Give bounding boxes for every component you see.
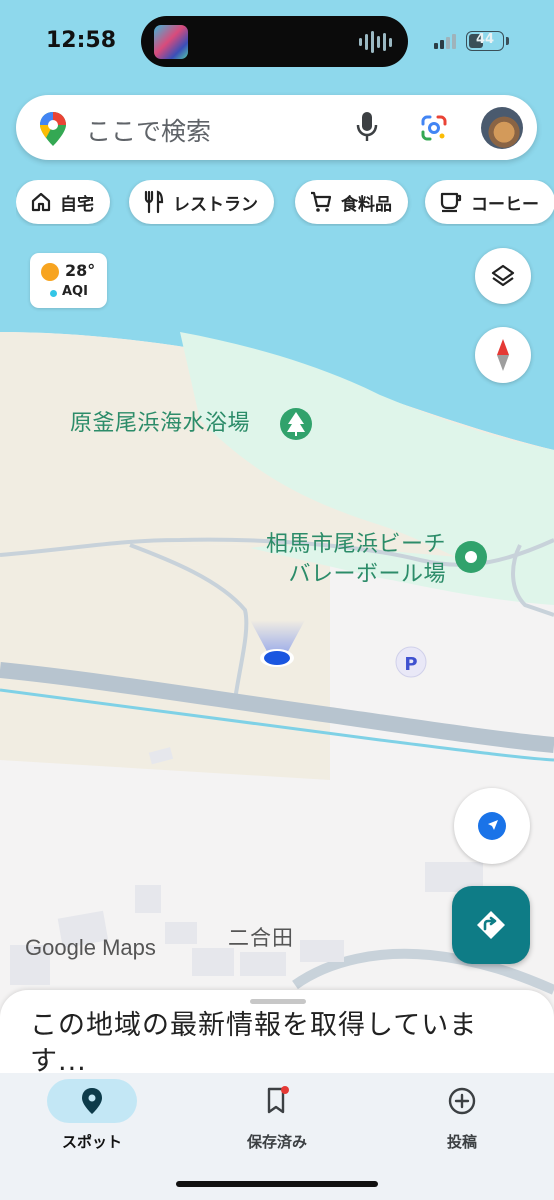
current-location-dot <box>264 651 290 665</box>
parking-label: P <box>404 654 417 675</box>
tree-trunk <box>295 432 297 436</box>
my-location-button[interactable] <box>454 788 530 864</box>
search-input[interactable]: ここで検索 <box>86 112 211 148</box>
cart-icon <box>311 191 332 212</box>
status-time: 12:58 <box>46 28 117 53</box>
tab-explore[interactable]: スポット <box>22 1079 162 1152</box>
notification-dot <box>281 1086 289 1094</box>
temperature: 28° <box>65 261 96 280</box>
google-lens-icon[interactable] <box>420 114 448 142</box>
sun-icon <box>41 263 59 281</box>
sheet-message: この地域の最新情報を取得しています... <box>30 1010 478 1077</box>
building <box>192 948 234 976</box>
sheet-grip[interactable] <box>250 999 306 1004</box>
chip-label: 自宅 <box>60 194 94 215</box>
directions-button[interactable] <box>452 886 530 964</box>
building <box>300 940 344 962</box>
volleyball-label-line1: 相馬市尾浜ビーチ <box>265 532 446 557</box>
fork-knife-icon <box>144 190 164 214</box>
weather-widget[interactable]: 28° AQI <box>30 253 107 308</box>
aqi-label: AQI <box>62 284 88 299</box>
building <box>165 922 197 944</box>
chip-label: コーヒー <box>471 194 539 215</box>
beach-label[interactable]: 原釜尾浜海水浴場 <box>70 409 250 439</box>
now-playing-artwork <box>154 25 188 59</box>
town-label: 二合田 <box>228 926 294 950</box>
chip-groceries[interactable]: 食料品 <box>295 180 408 224</box>
logo-maps: Maps <box>102 935 156 960</box>
cellular-signal-icon <box>434 34 456 49</box>
volleyball-label-line2: バレーボール場 <box>288 562 446 587</box>
mic-icon[interactable] <box>356 111 378 143</box>
navigation-arrow-icon <box>478 812 506 840</box>
dynamic-island[interactable] <box>141 16 408 67</box>
home-icon <box>31 192 51 212</box>
layers-button[interactable] <box>475 248 531 304</box>
tab-icon-wrap <box>232 1079 322 1123</box>
logo-google: Google <box>25 935 96 960</box>
tab-label: 投稿 <box>446 1133 477 1151</box>
compass-needle-icon <box>497 339 509 371</box>
plus-circle-icon <box>448 1087 476 1115</box>
battery-level: 44 <box>475 32 495 47</box>
compass-button[interactable] <box>475 327 531 383</box>
google-maps-logo: Google Maps <box>25 935 156 961</box>
tab-label: スポット <box>61 1133 122 1151</box>
directions-icon <box>477 911 505 939</box>
category-chips: 自宅 レストラン 食料品 コーヒー <box>16 180 554 226</box>
chip-label: 食料品 <box>341 194 392 215</box>
avatar[interactable] <box>481 107 523 149</box>
bookmark-icon <box>267 1086 289 1114</box>
google-maps-pin-icon <box>40 112 66 146</box>
tab-icon-wrap <box>417 1079 507 1123</box>
chip-restaurant[interactable]: レストラン <box>129 180 274 224</box>
building <box>135 885 161 913</box>
aqi-indicator <box>50 290 57 297</box>
battery-tip <box>506 37 509 45</box>
chip-coffee[interactable]: コーヒー <box>425 180 554 224</box>
layers-icon <box>491 264 515 287</box>
building <box>240 952 286 976</box>
home-indicator[interactable] <box>176 1181 378 1187</box>
audio-waveform-icon <box>359 30 392 54</box>
coffee-cup-icon <box>440 192 462 213</box>
battery-icon: 44 <box>466 31 504 51</box>
volleyball-label[interactable]: 相馬市尾浜ビーチ バレーボール場 <box>246 530 446 590</box>
pin-icon <box>82 1088 102 1114</box>
search-bar[interactable]: ここで検索 <box>16 95 537 160</box>
chip-label: レストラン <box>173 194 258 215</box>
tab-active-pill <box>47 1079 137 1123</box>
tab-saved[interactable]: 保存済み <box>207 1079 347 1152</box>
place-dot-icon <box>465 551 477 563</box>
chip-home[interactable]: 自宅 <box>16 180 110 224</box>
tab-contribute[interactable]: 投稿 <box>392 1079 532 1152</box>
tab-label: 保存済み <box>246 1133 307 1151</box>
